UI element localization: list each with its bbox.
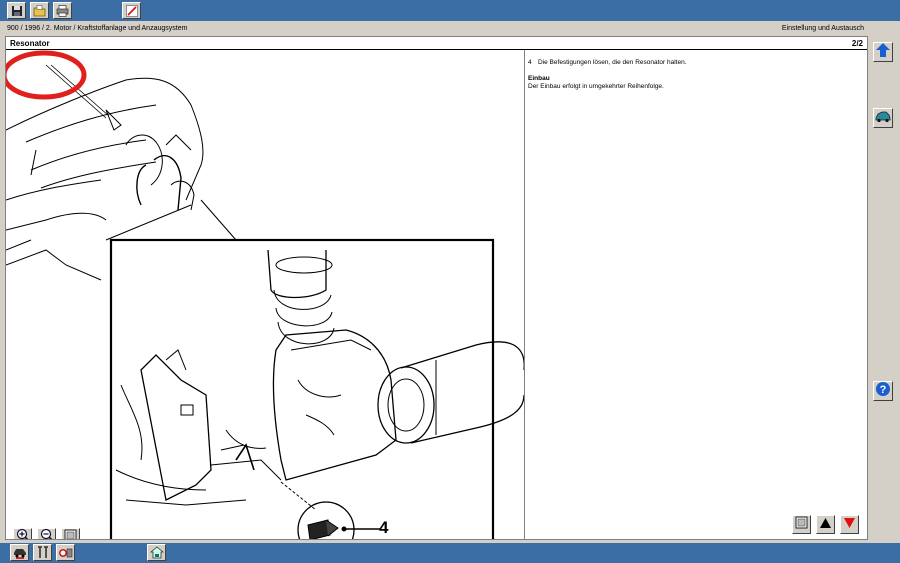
main-window: 900 / 1996 / 2. Motor / Kraftstoffanlage… — [0, 21, 900, 543]
open-button[interactable] — [30, 2, 49, 19]
car-icon — [875, 109, 891, 128]
section-heading: Einbau — [528, 75, 550, 82]
save-icon — [11, 5, 23, 17]
save-button[interactable] — [7, 2, 26, 19]
triangle-down-icon — [843, 516, 856, 534]
next-page-button[interactable] — [840, 515, 859, 534]
up-level-button[interactable] — [873, 42, 893, 62]
zoom-out-icon — [40, 528, 54, 539]
instructions-pane: 4 Die Befestigungen lösen, die den Resona… — [528, 59, 858, 91]
triangle-up-icon — [819, 516, 832, 534]
figure-id: D232R016 — [413, 537, 485, 539]
edit-button[interactable] — [122, 2, 141, 19]
section-text: Der Einbau erfolgt in umgekehrter Reihen… — [528, 83, 664, 90]
diagnostic-icon — [58, 547, 73, 559]
page-fit-button[interactable] — [792, 515, 811, 534]
edit-icon — [125, 4, 138, 17]
help-icon: ? — [875, 381, 891, 402]
step-number: 4 — [528, 59, 532, 66]
breadcrumb: 900 / 1996 / 2. Motor / Kraftstoffanlage… — [7, 25, 188, 32]
help-button[interactable]: ? — [873, 381, 893, 401]
header-bar: 900 / 1996 / 2. Motor / Kraftstoffanlage… — [0, 21, 868, 36]
car-view-button[interactable] — [873, 108, 893, 128]
document-title-bar: Resonator 2/2 — [6, 37, 867, 50]
category-label: Einstellung und Austausch — [781, 25, 864, 32]
tools-icon — [37, 546, 49, 559]
home-car-icon — [149, 546, 164, 559]
print-icon — [56, 4, 69, 17]
page-indicator: 2/2 — [851, 39, 863, 48]
highlight-circle — [6, 50, 87, 100]
callout-number: 4 — [379, 518, 389, 537]
document-panel: Resonator 2/2 4 4 Die Befestigungen löse… — [5, 36, 868, 540]
home-button[interactable] — [147, 544, 166, 561]
zoom-out-button[interactable] — [37, 528, 56, 539]
vehicle-button[interactable] — [10, 544, 29, 561]
illustration-pane: 4 D232R016 — [6, 50, 524, 539]
previous-page-button[interactable] — [816, 515, 835, 534]
fit-page-icon — [795, 516, 808, 534]
bottom-toolbar — [0, 543, 900, 563]
top-toolbar — [0, 0, 900, 21]
diagnostic-button[interactable] — [56, 544, 75, 561]
tools-button[interactable] — [33, 544, 52, 561]
page-title: Resonator — [10, 39, 50, 48]
step-text: Die Befestigungen lösen, die den Resonat… — [538, 59, 687, 66]
svg-text:?: ? — [880, 384, 887, 396]
fit-view-button[interactable] — [61, 528, 80, 539]
fit-view-icon — [64, 529, 77, 539]
resonator-illustration — [6, 50, 524, 539]
open-folder-icon — [33, 4, 46, 17]
car-icon — [13, 546, 27, 559]
step-item: 4 Die Befestigungen lösen, die den Resona… — [528, 59, 858, 67]
zoom-in-button[interactable] — [13, 528, 32, 539]
print-button[interactable] — [53, 2, 72, 19]
zoom-in-icon — [16, 528, 30, 539]
arrow-up-icon — [875, 42, 891, 63]
pane-divider — [524, 50, 525, 539]
